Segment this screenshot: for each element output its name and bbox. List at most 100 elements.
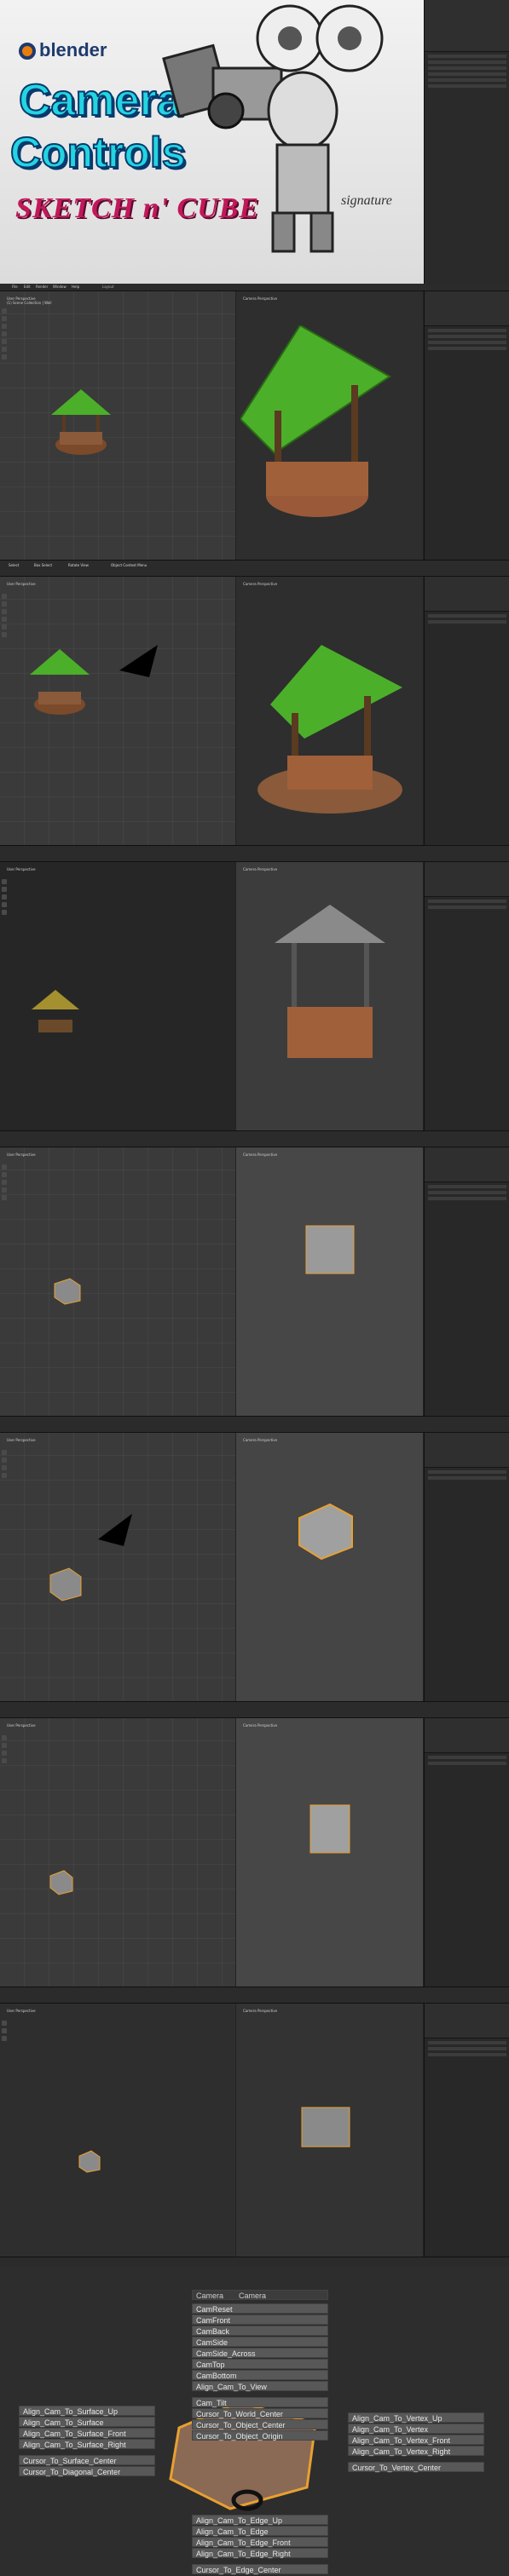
menu-item-align-cam-to-vertex-right[interactable]: Align_Cam_To_Vertex_Right	[348, 2446, 484, 2456]
menu-item-camfront[interactable]: CamFront	[192, 2314, 328, 2325]
tab-layout[interactable]: Layout	[102, 285, 114, 289]
camera-select[interactable]: Camera Camera	[192, 2290, 328, 2300]
menu-item-camback[interactable]: CamBack	[192, 2326, 328, 2336]
right-viewport[interactable]: Camera Perspective	[236, 1718, 423, 1987]
menu-item-align-cam-to-view[interactable]: Align_Cam_To_View	[192, 2381, 328, 2391]
properties-sidebar[interactable]	[424, 1433, 509, 1702]
camera-view-label: Camera Perspective	[243, 296, 278, 301]
left-viewport[interactable]: User Perspective	[0, 1433, 235, 1702]
well-model-small	[32, 990, 79, 1032]
cube-object[interactable]	[309, 1803, 351, 1854]
blender-window-5: User Perspective Camera Perspective	[0, 1140, 509, 1425]
left-viewport[interactable]: User Perspective	[0, 1147, 235, 1417]
blender-window-7: User Perspective Camera Perspective	[0, 1711, 509, 1996]
viewport-label: User Perspective (1) Scene Collection | W…	[7, 296, 52, 305]
menu-item-cam-tilt[interactable]: Cam_Tilt	[192, 2397, 328, 2407]
menu-item-align-cam-to-vertex-front[interactable]: Align_Cam_To_Vertex_Front	[348, 2435, 484, 2445]
toolbar[interactable]	[2, 594, 8, 696]
menu-item-align-cam-to-surface-right[interactable]: Align_Cam_To_Surface_Right	[19, 2439, 155, 2449]
toolbar[interactable]	[2, 2021, 8, 2123]
menu-item-cursor-to-surface-center[interactable]: Cursor_To_Surface_Center	[19, 2455, 155, 2465]
menu-window[interactable]: Window	[53, 285, 67, 289]
menu-item-align-cam-to-vertex-up[interactable]: Align_Cam_To_Vertex_Up	[348, 2412, 484, 2423]
cube-object[interactable]	[296, 1501, 356, 1561]
menu-item-camreset[interactable]: CamReset	[192, 2303, 328, 2314]
camera-view-label: Camera Perspective	[243, 2009, 278, 2013]
left-viewport[interactable]: User Perspective	[0, 1718, 235, 1987]
menu-item-camside[interactable]: CamSide	[192, 2337, 328, 2347]
menu-item-cursor-to-world-center[interactable]: Cursor_To_World_Center	[192, 2408, 328, 2418]
menu-item-cursor-to-diagonal-center[interactable]: Cursor_To_Diagonal_Center	[19, 2466, 155, 2476]
menu-render[interactable]: Render	[36, 285, 48, 289]
right-viewport[interactable]: Camera Perspective	[236, 862, 423, 1131]
properties-sidebar[interactable]	[424, 1147, 509, 1417]
cube-object[interactable]	[47, 1565, 84, 1602]
menu-item-align-cam-to-edge-right[interactable]: Align_Cam_To_Edge_Right	[192, 2548, 328, 2558]
right-viewport[interactable]: Camera Perspective	[236, 1147, 423, 1417]
menu-item-align-cam-to-edge-front[interactable]: Align_Cam_To_Edge_Front	[192, 2537, 328, 2547]
properties-sidebar[interactable]	[424, 291, 509, 561]
menu-item-cursor-to-edge-center[interactable]: Cursor_To_Edge_Center	[192, 2564, 328, 2574]
camera-view-label: Camera Perspective	[243, 1723, 278, 1728]
menu-edit[interactable]: Edit	[24, 285, 31, 289]
left-viewport[interactable]: User Perspective	[0, 577, 235, 846]
menu-item-align-cam-to-surface-front[interactable]: Align_Cam_To_Surface_Front	[19, 2428, 155, 2438]
menu-item-cursor-to-vertex-center[interactable]: Cursor_To_Vertex_Center	[348, 2462, 484, 2472]
blender-window-3: User Perspective Camera Perspective	[0, 569, 509, 854]
menu-item-cursor-to-object-center[interactable]: Cursor_To_Object_Center	[192, 2419, 328, 2429]
properties-sidebar[interactable]	[424, 2004, 509, 2257]
menu-file[interactable]: File	[12, 285, 18, 289]
menu-item-cursor-to-object-origin[interactable]: Cursor_To_Object_Origin	[192, 2430, 328, 2441]
properties-sidebar[interactable]	[424, 577, 509, 846]
title-controls: Controls	[9, 128, 187, 177]
title-camera: Camera	[18, 75, 182, 126]
status-bar	[0, 2257, 509, 2266]
menu-item-align-cam-to-edge-up[interactable]: Align_Cam_To_Edge_Up	[192, 2515, 328, 2525]
right-viewport[interactable]: Camera Perspective	[236, 577, 423, 846]
menu-item-cambottom[interactable]: CamBottom	[192, 2370, 328, 2380]
cube-object[interactable]	[47, 1867, 76, 1896]
top-bar	[0, 1996, 509, 2004]
camera-view-label: Camera Perspective	[243, 582, 278, 586]
camera-view-label: Camera Perspective	[243, 1153, 278, 1157]
toolbar[interactable]	[2, 1164, 8, 1267]
properties-sidebar[interactable]	[424, 0, 509, 284]
right-viewport[interactable]: Camera Perspective	[236, 291, 423, 561]
status-bar	[0, 1416, 509, 1425]
camera-pie-menu: Camera Camera CamReset CamFront CamBack CamS…	[0, 2266, 509, 2576]
left-viewport[interactable]: User Perspective (1) Scene Collection | W…	[0, 291, 235, 561]
menu-item-camside-across[interactable]: CamSide_Across	[192, 2348, 328, 2358]
properties-sidebar[interactable]	[424, 862, 509, 1131]
menu-item-align-cam-to-edge[interactable]: Align_Cam_To_Edge	[192, 2526, 328, 2536]
menu-item-align-cam-to-surface-up[interactable]: Align_Cam_To_Surface_Up	[19, 2406, 155, 2416]
camera-object-icon	[98, 1514, 132, 1546]
toolbar[interactable]	[2, 1735, 8, 1837]
left-viewport[interactable]: User Perspective	[0, 2004, 235, 2257]
top-bar	[0, 1140, 509, 1147]
toolbar[interactable]	[2, 308, 8, 411]
status-bar	[0, 1701, 509, 1711]
cube-object[interactable]	[51, 1275, 82, 1306]
blender-window-8: User Perspective Camera Perspective	[0, 1996, 509, 2266]
menu-item-align-cam-to-surface[interactable]: Align_Cam_To_Surface	[19, 2417, 155, 2427]
viewport-label: User Perspective	[7, 582, 36, 586]
cube-object[interactable]	[304, 1224, 356, 1275]
toolbar[interactable]	[2, 879, 8, 981]
toolbar[interactable]	[2, 1450, 8, 1552]
viewport-label: User Perspective	[7, 1438, 36, 1442]
left-viewport[interactable]: User Perspective	[0, 862, 235, 1131]
status-bar	[0, 845, 509, 854]
top-bar: File Edit Render Window Help Layout	[0, 284, 509, 291]
menu-help[interactable]: Help	[72, 285, 79, 289]
top-bar	[0, 1711, 509, 1718]
cube-object[interactable]	[77, 2148, 102, 2174]
properties-sidebar[interactable]	[424, 1718, 509, 1987]
title-panel: blender Camera Controls SKETCH n' CUBE s…	[0, 0, 509, 284]
camera-operator-illustration: signature	[162, 4, 392, 253]
menu-item-camtop[interactable]: CamTop	[192, 2359, 328, 2369]
right-viewport[interactable]: Camera Perspective	[236, 2004, 423, 2257]
menu-item-align-cam-to-vertex[interactable]: Align_Cam_To_Vertex	[348, 2424, 484, 2434]
right-viewport[interactable]: Camera Perspective	[236, 1433, 423, 1702]
cube-object[interactable]	[300, 2106, 351, 2148]
camera-view-label: Camera Perspective	[243, 1438, 278, 1442]
